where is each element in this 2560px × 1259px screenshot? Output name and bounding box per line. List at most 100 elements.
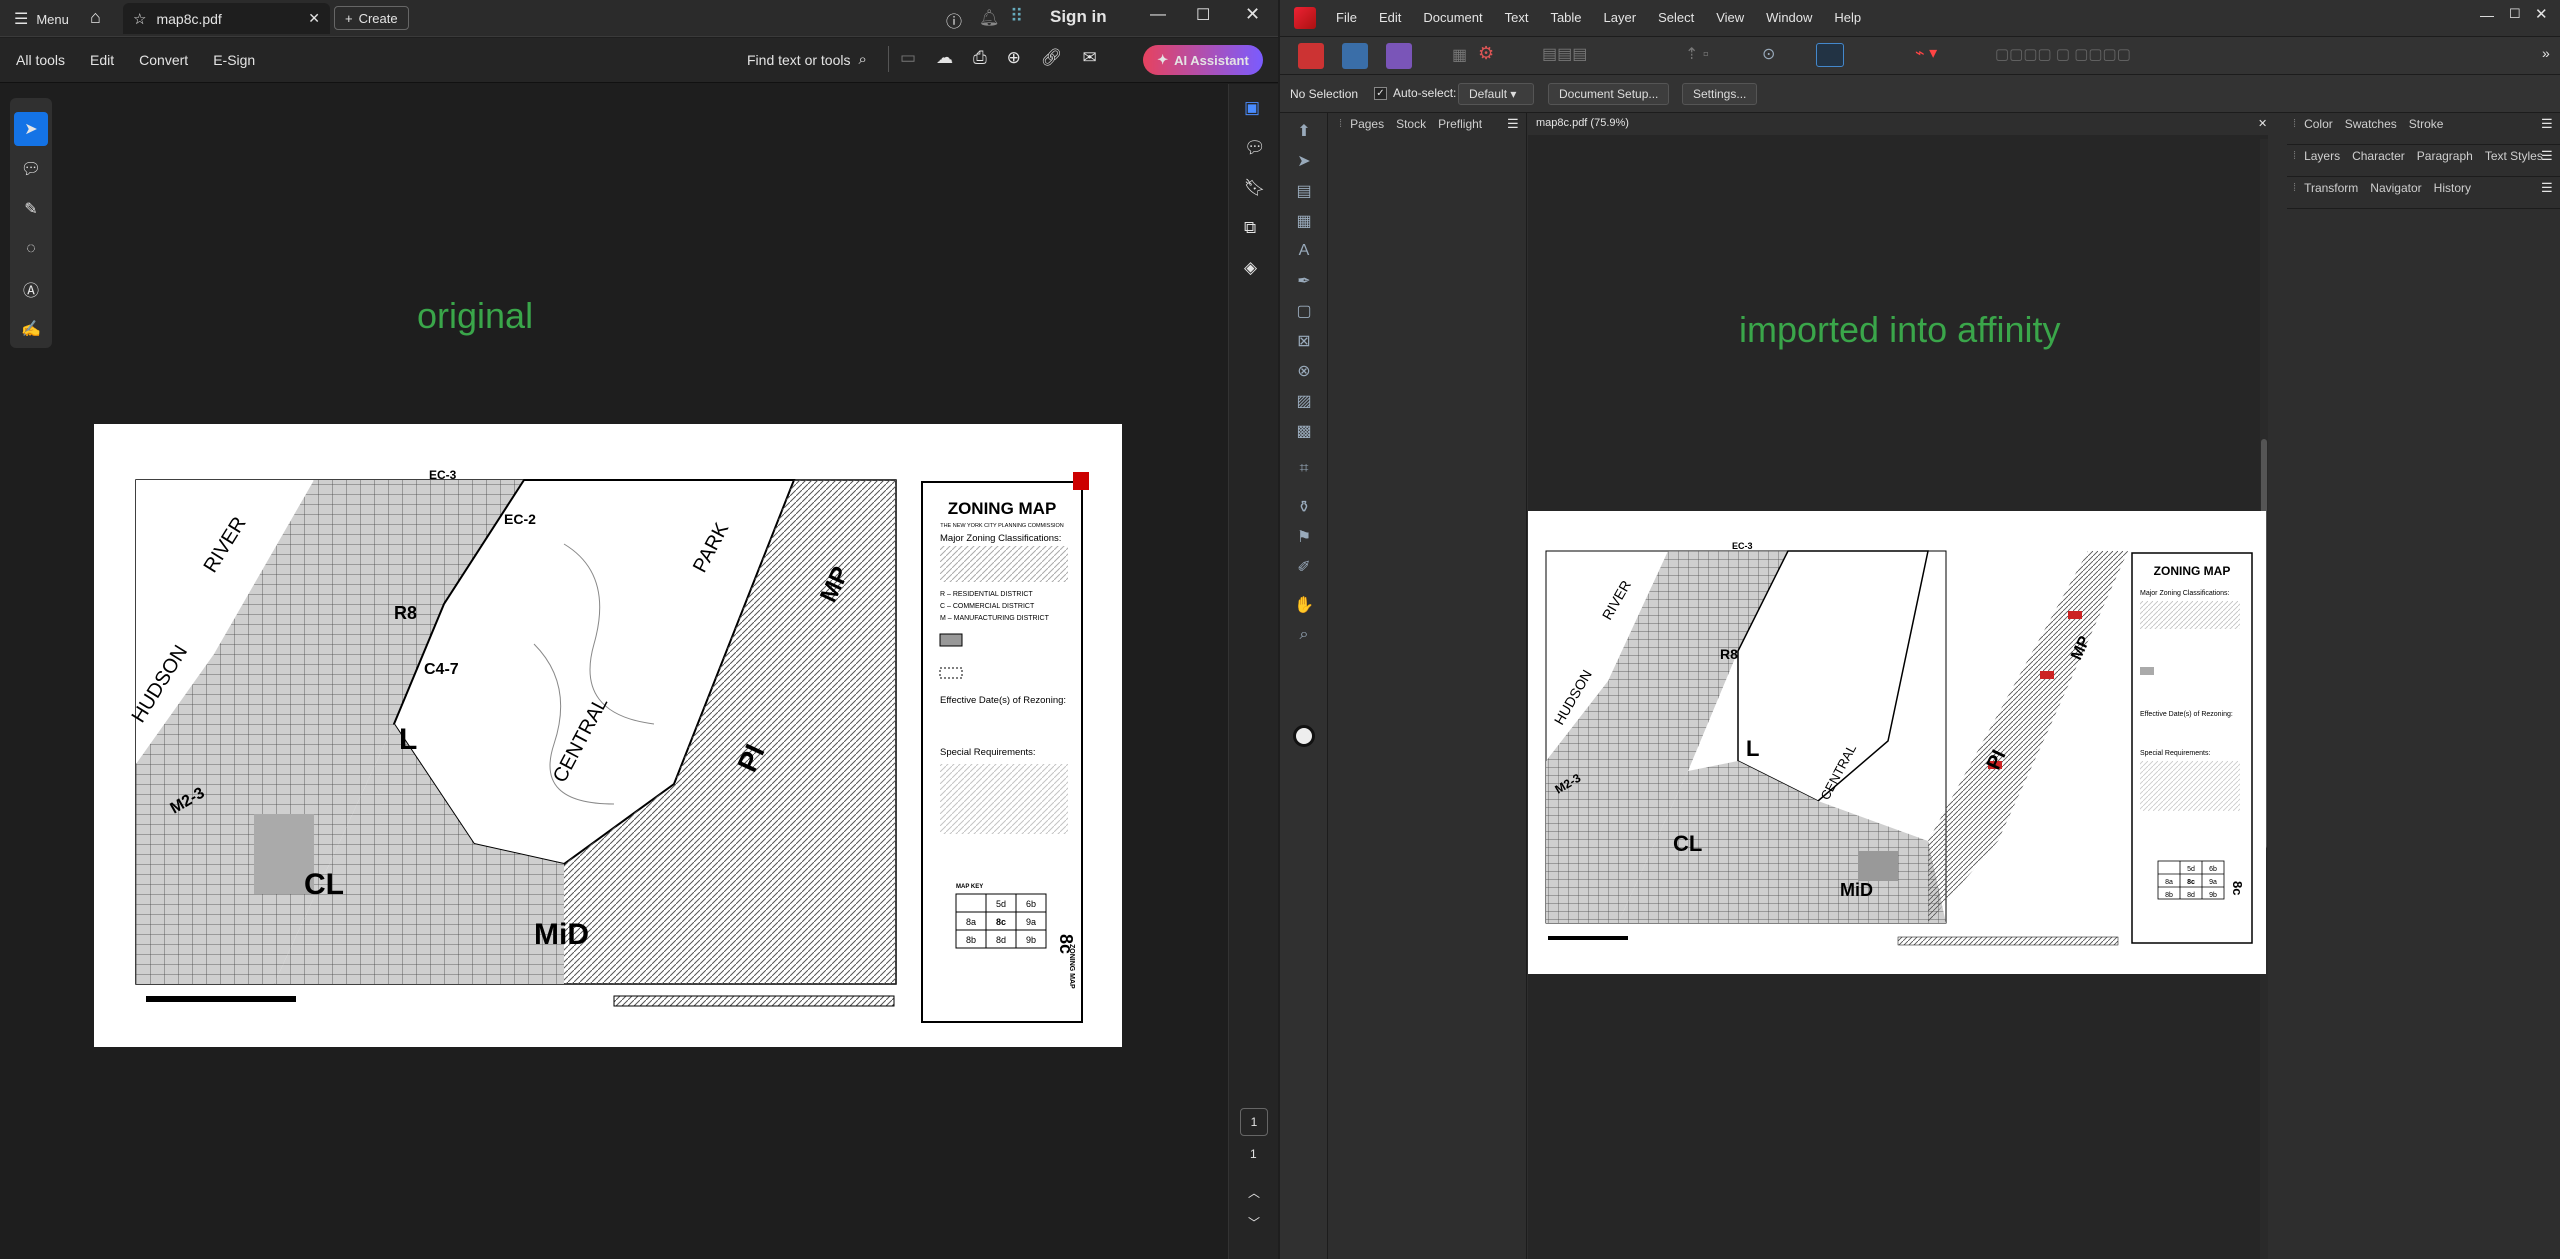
close-doc-icon[interactable]: ✕	[2258, 117, 2267, 130]
page-up-icon[interactable]: ︿	[1248, 1184, 1260, 1201]
acrobat-scrollbar[interactable]	[1218, 84, 1228, 1259]
esign-menu[interactable]: E-Sign	[213, 52, 255, 68]
tab-stroke[interactable]: Stroke	[2409, 117, 2444, 131]
lasso-draw-icon[interactable]: ◌	[14, 232, 48, 266]
maximize-icon[interactable]: ☐	[1196, 5, 1210, 25]
auto-select-checkbox[interactable]: ✓	[1374, 86, 1387, 100]
photo-persona-icon[interactable]	[1386, 43, 1412, 69]
share-icon[interactable]: ⊕	[1007, 48, 1021, 68]
document-tab[interactable]: ☆ map8c.pdf ✕	[123, 3, 330, 34]
save-icon[interactable]: ▭	[900, 48, 916, 68]
text-menu[interactable]: Text	[1505, 10, 1529, 25]
layer-menu[interactable]: Layer	[1604, 10, 1637, 25]
tab-layers[interactable]: Layers	[2304, 149, 2340, 163]
ellipse-tool-icon[interactable]: ⊗	[1286, 357, 1322, 385]
edit-panel-icon[interactable]: ▣	[1244, 98, 1260, 118]
bell-icon[interactable]: 🔔︎	[979, 8, 999, 28]
help-menu[interactable]: Help	[1834, 10, 1861, 25]
tab-navigator[interactable]: Navigator	[2370, 181, 2421, 195]
edit-menu[interactable]: Edit	[90, 52, 114, 68]
tab-color[interactable]: Color	[2304, 117, 2333, 131]
image-tool-icon[interactable]: ▩	[1286, 417, 1322, 445]
all-tools-menu[interactable]: All tools	[16, 52, 65, 68]
star-icon[interactable]: ☆	[133, 10, 146, 28]
color-well[interactable]	[1293, 725, 1315, 747]
designer-persona-icon[interactable]	[1342, 43, 1368, 69]
ai-assistant-button[interactable]: ✦ AI Assistant	[1143, 45, 1263, 75]
tab-swatches[interactable]: Swatches	[2345, 117, 2397, 131]
close-window-icon[interactable]: ✕	[1245, 4, 1260, 25]
publisher-persona-icon[interactable]	[1298, 43, 1324, 69]
tab-character[interactable]: Character	[2352, 149, 2405, 163]
maximize-icon[interactable]: ☐	[2509, 6, 2521, 22]
fill-tool-icon[interactable]: ⚱	[1286, 493, 1322, 521]
comments-panel-icon[interactable]: 💬︎	[1244, 138, 1266, 158]
node-tool-icon[interactable]: ➤	[1286, 147, 1322, 175]
snapping-icon[interactable]	[1816, 43, 1844, 67]
find-tools-search[interactable]: Find text or tools ⌕	[747, 51, 867, 68]
color-picker-icon[interactable]: ✐	[1286, 553, 1322, 581]
help-icon[interactable]: ⓘ	[946, 8, 962, 32]
frame-text-tool-icon[interactable]: ▤	[1286, 177, 1322, 205]
mail-icon[interactable]: ✉	[1083, 48, 1097, 68]
place-image-icon[interactable]: ▨	[1286, 387, 1322, 415]
select-menu[interactable]: Select	[1658, 10, 1694, 25]
view-menu[interactable]: View	[1716, 10, 1744, 25]
minimize-icon[interactable]: —	[1150, 6, 1166, 24]
page-number-input[interactable]: 1	[1240, 1108, 1268, 1136]
document-menu[interactable]: Document	[1423, 10, 1482, 25]
tab-history[interactable]: History	[2434, 181, 2471, 195]
rectangle-tool-icon[interactable]: ▢	[1286, 297, 1322, 325]
upload-cloud-icon[interactable]: ☁	[936, 48, 953, 68]
panel-menu-icon[interactable]: ☰	[2541, 180, 2553, 196]
file-menu[interactable]: File	[1336, 10, 1357, 25]
tab-preflight[interactable]: Preflight	[1438, 117, 1482, 131]
document-tab-aff[interactable]: map8c.pdf (75.9%)	[1536, 117, 1629, 129]
panel-menu-icon[interactable]: ☰	[2541, 148, 2553, 164]
table-menu[interactable]: Table	[1550, 10, 1581, 25]
create-button[interactable]: + Create	[334, 6, 409, 30]
table-tool-icon[interactable]: ▦	[1286, 207, 1322, 235]
panel-menu-icon[interactable]: ☰	[1507, 116, 1519, 132]
hand-tool-icon[interactable]: ✋	[1286, 591, 1322, 619]
tab-text-styles[interactable]: Text Styles	[2485, 149, 2543, 163]
print-icon[interactable]: ⎙	[973, 48, 987, 68]
panel-menu-icon[interactable]: ☰	[2541, 116, 2553, 132]
toolbar-icon[interactable]: ▤▤▤	[1542, 44, 1587, 64]
home-icon[interactable]: ⌂	[90, 7, 101, 28]
highlighter-icon[interactable]: ✎	[14, 192, 48, 226]
snapping-toggle-icon[interactable]: ⌁ ▾	[1915, 43, 1937, 63]
auto-select-dropdown[interactable]: Default ▾	[1458, 83, 1534, 105]
artistic-text-tool-icon[interactable]: A	[1286, 237, 1322, 265]
preflight-icon[interactable]: ⚙	[1478, 43, 1494, 64]
tab-paragraph[interactable]: Paragraph	[2417, 149, 2473, 163]
bookmarks-icon[interactable]: 🔖︎	[1244, 178, 1266, 198]
toolbar-icon[interactable]: ⇡ ▫	[1685, 44, 1709, 64]
transparency-tool-icon[interactable]: ⚑	[1286, 523, 1322, 551]
pen-tool-icon[interactable]: ✒	[1286, 267, 1322, 295]
layers-icon[interactable]: ◈	[1244, 258, 1257, 278]
settings-button[interactable]: Settings...	[1682, 83, 1758, 105]
minimize-icon[interactable]: —	[2480, 7, 2494, 23]
crop-tool-icon[interactable]: ⌗	[1286, 455, 1322, 483]
toolbar-icon[interactable]: ⊙	[1762, 44, 1775, 64]
comment-icon[interactable]: 💬︎	[14, 152, 48, 186]
sign-icon[interactable]: ✍	[14, 312, 48, 346]
tab-stock[interactable]: Stock	[1396, 117, 1426, 131]
menu-button[interactable]: ☰ Menu	[14, 9, 69, 29]
convert-menu[interactable]: Convert	[139, 52, 188, 68]
link-icon[interactable]: 🔗︎	[1041, 48, 1063, 68]
tab-pages[interactable]: Pages	[1350, 117, 1384, 131]
zoom-tool-icon[interactable]: ⌕	[1286, 621, 1322, 649]
select-cursor-icon[interactable]: ➤	[14, 112, 48, 146]
edit-menu-aff[interactable]: Edit	[1379, 10, 1401, 25]
close-tab-icon[interactable]: ✕	[308, 10, 320, 27]
sign-in-button[interactable]: Sign in	[1050, 7, 1107, 27]
overflow-icon[interactable]: »	[2542, 45, 2550, 61]
toolbar-icon[interactable]: ▢▢▢▢ ▢ ▢▢▢▢	[1995, 45, 2131, 63]
window-menu[interactable]: Window	[1766, 10, 1812, 25]
page-down-icon[interactable]: ﹀	[1248, 1214, 1260, 1231]
close-window-icon[interactable]: ✕	[2535, 5, 2548, 23]
tab-transform[interactable]: Transform	[2304, 181, 2358, 195]
move-tool-icon[interactable]: ⬆	[1286, 117, 1322, 145]
